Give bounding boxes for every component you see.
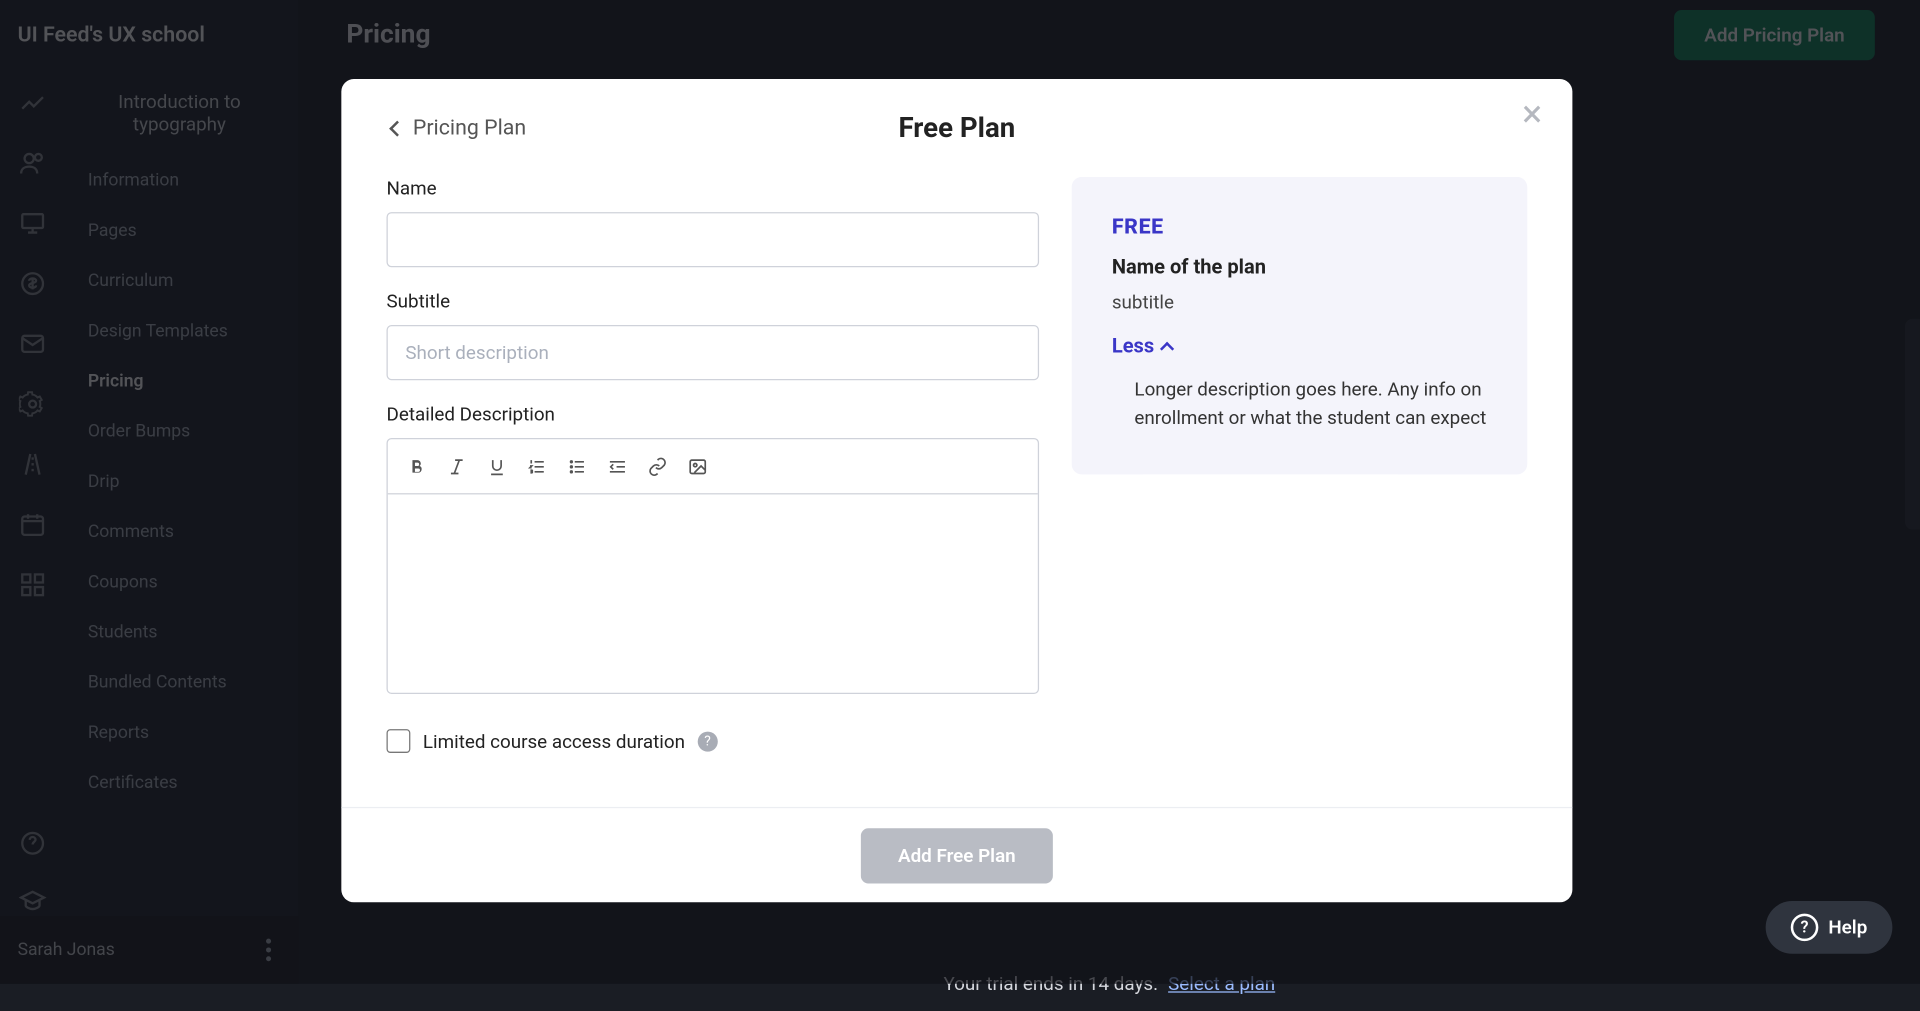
preview-subtitle: subtitle bbox=[1112, 291, 1487, 314]
less-toggle[interactable]: Less bbox=[1112, 334, 1172, 358]
editor-textarea[interactable] bbox=[388, 494, 1038, 692]
name-label: Name bbox=[387, 177, 1040, 200]
preview-column: FREE Name of the plan subtitle Less Long… bbox=[1072, 177, 1528, 807]
italic-icon[interactable] bbox=[443, 452, 471, 480]
link-icon[interactable] bbox=[644, 452, 672, 480]
preview-plan-name: Name of the plan bbox=[1112, 255, 1487, 279]
image-icon[interactable] bbox=[684, 452, 712, 480]
pricing-modal: Pricing Plan Free Plan × Name Subtitle D… bbox=[341, 79, 1572, 902]
close-button[interactable]: × bbox=[1515, 97, 1550, 132]
preview-price: FREE bbox=[1112, 215, 1487, 240]
modal-header: Pricing Plan Free Plan × bbox=[341, 79, 1572, 177]
help-fab-label: Help bbox=[1828, 916, 1867, 939]
rich-text-editor bbox=[387, 438, 1040, 694]
limited-duration-checkbox[interactable] bbox=[387, 729, 411, 753]
breadcrumb-label: Pricing Plan bbox=[413, 115, 526, 140]
subtitle-input[interactable] bbox=[387, 325, 1040, 380]
editor-toolbar bbox=[388, 439, 1038, 494]
subtitle-label: Subtitle bbox=[387, 290, 1040, 313]
bold-icon[interactable] bbox=[403, 452, 431, 480]
form-column: Name Subtitle Detailed Description bbox=[387, 177, 1040, 807]
chevron-left-icon bbox=[389, 120, 405, 136]
chevron-up-icon bbox=[1160, 341, 1174, 355]
unordered-list-icon[interactable] bbox=[563, 452, 591, 480]
underline-icon[interactable] bbox=[483, 452, 511, 480]
preview-long-description: Longer description goes here. Any info o… bbox=[1112, 375, 1487, 431]
less-label: Less bbox=[1112, 334, 1154, 358]
breadcrumb-back[interactable]: Pricing Plan bbox=[392, 115, 527, 140]
preview-card: FREE Name of the plan subtitle Less Long… bbox=[1072, 177, 1528, 474]
add-free-plan-button[interactable]: Add Free Plan bbox=[860, 828, 1053, 883]
modal-footer: Add Free Plan bbox=[341, 807, 1572, 902]
modal-body: Name Subtitle Detailed Description bbox=[341, 177, 1572, 807]
tooltip-icon[interactable]: ? bbox=[698, 731, 718, 751]
detailed-label: Detailed Description bbox=[387, 403, 1040, 426]
help-fab[interactable]: ? Help bbox=[1766, 901, 1893, 954]
outdent-icon[interactable] bbox=[604, 452, 632, 480]
ordered-list-icon[interactable] bbox=[523, 452, 551, 480]
name-input[interactable] bbox=[387, 212, 1040, 267]
modal-title: Free Plan bbox=[899, 112, 1016, 143]
checkbox-label: Limited course access duration bbox=[423, 730, 685, 753]
limited-duration-row: Limited course access duration ? bbox=[387, 729, 1040, 753]
help-fab-icon: ? bbox=[1791, 914, 1819, 942]
